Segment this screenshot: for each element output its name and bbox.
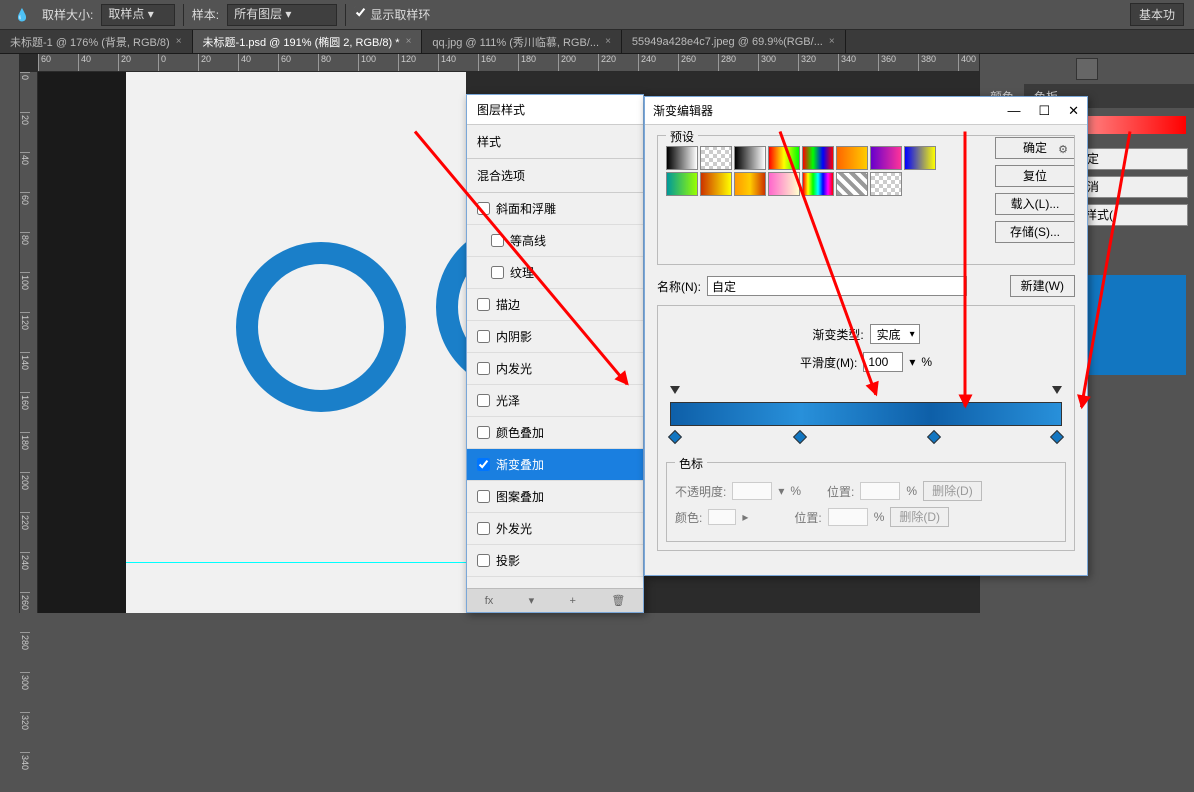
gradient-preset[interactable] [836,172,868,196]
effect-checkbox[interactable] [477,298,490,311]
layer-style-item[interactable]: 描边 [467,289,643,321]
gradient-type-dropdown[interactable]: 实底 [870,324,920,344]
document-tab[interactable]: 未标题-1 @ 176% (背景, RGB/8)× [0,30,193,53]
layer-style-footer: fx ▾ + 🗑 [467,588,643,612]
effect-checkbox[interactable] [477,458,490,471]
gradient-preset[interactable] [666,146,698,170]
layer-style-item[interactable]: 纹理 [467,257,643,289]
document-tabs: 未标题-1 @ 176% (背景, RGB/8)×未标题-1.psd @ 191… [0,30,1194,54]
gear-icon[interactable] [1058,142,1068,156]
layer-style-item[interactable]: 颜色叠加 [467,417,643,449]
effect-checkbox[interactable] [491,266,504,279]
dialog-title: 渐变编辑器 [653,102,713,119]
document-tab[interactable]: qq.jpg @ 111% (秀川临慕, RGB/...× [422,30,622,53]
close-icon[interactable]: × [829,36,835,47]
left-toolbar[interactable] [0,54,20,613]
blend-options-header[interactable]: 混合选项 [467,159,643,193]
layer-style-item[interactable]: 投影 [467,545,643,577]
gradient-preset[interactable] [734,146,766,170]
document-tab[interactable]: 55949a428e4c7.jpeg @ 69.9%(RGB/...× [622,30,846,53]
layer-style-item[interactable]: 渐变叠加 [467,449,643,481]
effect-checkbox[interactable] [477,394,490,407]
gradient-editor-dialog: 渐变编辑器 — ☐ ✕ 确定 复位 载入(L)... 存储(S)... 预设 名… [644,96,1088,576]
color-stop[interactable] [668,430,682,444]
gradient-preset[interactable] [870,172,902,196]
sample-size-label: 取样大小: [42,6,93,23]
close-icon[interactable]: × [605,36,611,47]
eyedropper-icon[interactable]: 💧 [10,3,34,27]
delete-button[interactable]: 删除(D) [890,507,949,527]
smoothness-label: 平滑度(M): [800,354,857,371]
color-stop[interactable] [793,430,807,444]
panel-icon[interactable] [1076,58,1098,80]
dialog-title: 图层样式 [467,95,643,125]
gradient-preset[interactable] [700,146,732,170]
layer-style-item[interactable]: 等高线 [467,225,643,257]
opacity-stop[interactable] [670,386,680,394]
opacity-stop[interactable] [1052,386,1062,394]
ruler-vertical: 0204060801001201401601802002202402602803… [20,72,38,613]
effect-checkbox[interactable] [477,330,490,343]
effect-checkbox[interactable] [477,522,490,535]
presets-label: 预设 [666,128,698,145]
artboard [126,72,466,613]
workspace-switcher[interactable]: 基本功 [1130,3,1184,26]
chevron-icon[interactable]: ▾ [529,594,535,607]
layer-style-item[interactable]: 斜面和浮雕 [467,193,643,225]
show-sample-ring[interactable]: 显示取样环 [354,6,430,23]
color-position-input [828,508,868,526]
minimize-icon[interactable]: — [1007,103,1020,119]
sample-size-dropdown[interactable]: 取样点 ▾ [101,4,174,26]
gradient-preset[interactable] [802,146,834,170]
position-label: 位置: [827,483,854,500]
gradient-bar[interactable] [670,392,1062,432]
guide-line[interactable] [126,562,466,563]
layer-style-item[interactable]: 外发光 [467,513,643,545]
smoothness-input[interactable] [863,352,903,372]
name-label: 名称(N): [657,278,701,295]
layer-style-item[interactable]: 内阴影 [467,321,643,353]
fx-icon[interactable]: fx [485,595,494,607]
annotation-arrow [964,132,967,407]
opacity-label: 不透明度: [675,483,726,500]
position-input [860,482,900,500]
gradient-preset[interactable] [802,172,834,196]
sample-label: 样本: [192,6,219,23]
effect-checkbox[interactable] [477,426,490,439]
color-stop[interactable] [1050,430,1064,444]
gradient-preset[interactable] [734,172,766,196]
layer-style-item[interactable]: 光泽 [467,385,643,417]
maximize-icon[interactable]: ☐ [1038,103,1050,119]
layer-style-item[interactable]: 图案叠加 [467,481,643,513]
opacity-input [732,482,772,500]
styles-header[interactable]: 样式 [467,125,643,159]
close-icon[interactable]: × [406,36,412,47]
new-gradient-button[interactable]: 新建(W) [1010,275,1075,297]
gradient-preset[interactable] [700,172,732,196]
effect-checkbox[interactable] [477,362,490,375]
close-icon[interactable]: × [176,36,182,47]
effect-checkbox[interactable] [477,554,490,567]
color-stop[interactable] [927,430,941,444]
color-label: 颜色: [675,509,702,526]
delete-button[interactable]: 删除(D) [923,481,982,501]
gradient-preset[interactable] [870,146,902,170]
shape-ellipse[interactable] [236,242,406,412]
document-tab[interactable]: 未标题-1.psd @ 191% (椭圆 2, RGB/8) *× [193,30,423,53]
color-swatch[interactable] [708,509,736,525]
effect-checkbox[interactable] [477,490,490,503]
gradient-preset[interactable] [666,172,698,196]
stops-label: 色标 [675,455,707,472]
gradient-presets [666,146,946,196]
options-bar: 💧 取样大小: 取样点 ▾ 样本: 所有图层 ▾ 显示取样环 基本功 [0,0,1194,30]
close-icon[interactable]: ✕ [1068,103,1079,119]
gradient-preset[interactable] [904,146,936,170]
add-icon[interactable]: + [570,595,576,607]
trash-icon[interactable]: 🗑 [611,594,625,607]
sample-layers-dropdown[interactable]: 所有图层 ▾ [227,4,337,26]
layer-style-dialog: 图层样式 样式 混合选项 斜面和浮雕 等高线 纹理 描边 内阴影 内发光 光泽 … [466,94,644,613]
gradient-preset[interactable] [836,146,868,170]
